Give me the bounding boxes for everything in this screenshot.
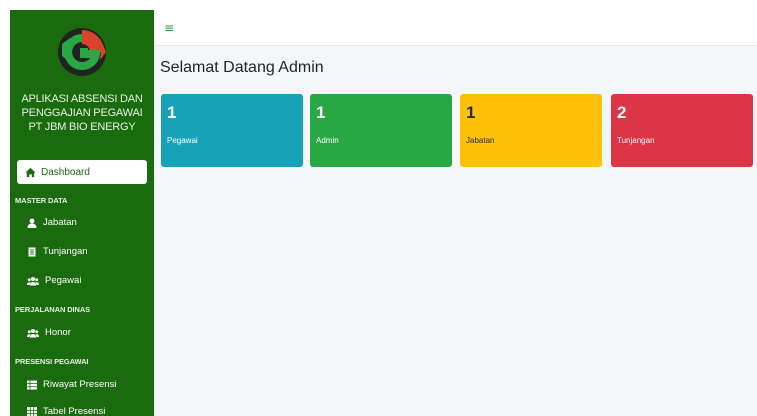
sidebar-item-label: Pegawai: [45, 275, 82, 286]
sidebar-item-label: Honor: [45, 327, 71, 338]
stat-card-pegawai[interactable]: 1 Pegawai: [161, 94, 303, 167]
section-perjalanan-dinas: PERJALANAN DINAS: [15, 305, 91, 314]
stat-card-admin[interactable]: 1 Admin: [310, 94, 452, 167]
stat-card-tunjangan[interactable]: 2 Tunjangan: [611, 94, 753, 167]
sidebar-item-pegawai[interactable]: Pegawai: [27, 275, 81, 286]
stat-label: Tunjangan: [617, 136, 655, 145]
brand-line-3: PT JBM BIO ENERGY: [28, 121, 136, 133]
company-logo-icon: [58, 28, 106, 76]
sidebar-item-label: Tunjangan: [43, 246, 88, 257]
document-icon: [28, 247, 36, 256]
stat-value: 2: [617, 103, 627, 122]
sidebar-item-dashboard[interactable]: Dashboard: [17, 160, 147, 184]
section-presensi-pegawai: PRESENSI PEGAWAI: [15, 357, 89, 366]
stat-card-jabatan[interactable]: 1 Jabatan: [460, 94, 602, 167]
users-icon: [27, 276, 39, 285]
table-icon: [27, 379, 37, 390]
sidebar: APLIKASI ABSENSI DAN PENGGAJIAN PEGAWAI …: [10, 10, 154, 416]
hamburger-icon[interactable]: ≡: [164, 21, 174, 35]
page-title: Selamat Datang Admin: [160, 59, 324, 76]
stat-value: 1: [316, 103, 326, 122]
sidebar-item-label: Tabel Presensi: [43, 406, 106, 416]
stat-label: Pegawai: [167, 136, 198, 145]
main-content: Selamat Datang Admin 1 Pegawai 1 Admin 1…: [154, 46, 757, 416]
logo: [10, 10, 154, 90]
section-master-data: MASTER DATA: [15, 196, 68, 205]
stat-value: 1: [167, 103, 177, 122]
sidebar-item-tunjangan[interactable]: Tunjangan: [27, 246, 88, 257]
stat-value: 1: [466, 103, 476, 122]
app-brand: APLIKASI ABSENSI DAN PENGGAJIAN PEGAWAI …: [10, 92, 154, 134]
user-icon: [27, 218, 37, 228]
home-icon: [25, 167, 36, 177]
sidebar-item-label: Dashboard: [41, 166, 90, 178]
brand-line-1: APLIKASI ABSENSI DAN: [21, 93, 143, 105]
users-icon: [27, 328, 39, 337]
sidebar-item-label: Jabatan: [43, 217, 77, 228]
sidebar-item-tabel-presensi[interactable]: Tabel Presensi: [27, 406, 105, 416]
sidebar-item-riwayat-presensi[interactable]: Riwayat Presensi: [27, 379, 116, 390]
sidebar-item-label: Riwayat Presensi: [43, 379, 117, 390]
top-navbar: ≡: [154, 10, 757, 46]
stat-label: Jabatan: [466, 136, 495, 145]
grid-icon: [27, 406, 37, 416]
sidebar-item-jabatan[interactable]: Jabatan: [27, 217, 77, 228]
brand-line-2: PENGGAJIAN PEGAWAI: [21, 107, 143, 119]
stat-label: Admin: [316, 136, 339, 145]
sidebar-item-honor[interactable]: Honor: [27, 327, 71, 338]
